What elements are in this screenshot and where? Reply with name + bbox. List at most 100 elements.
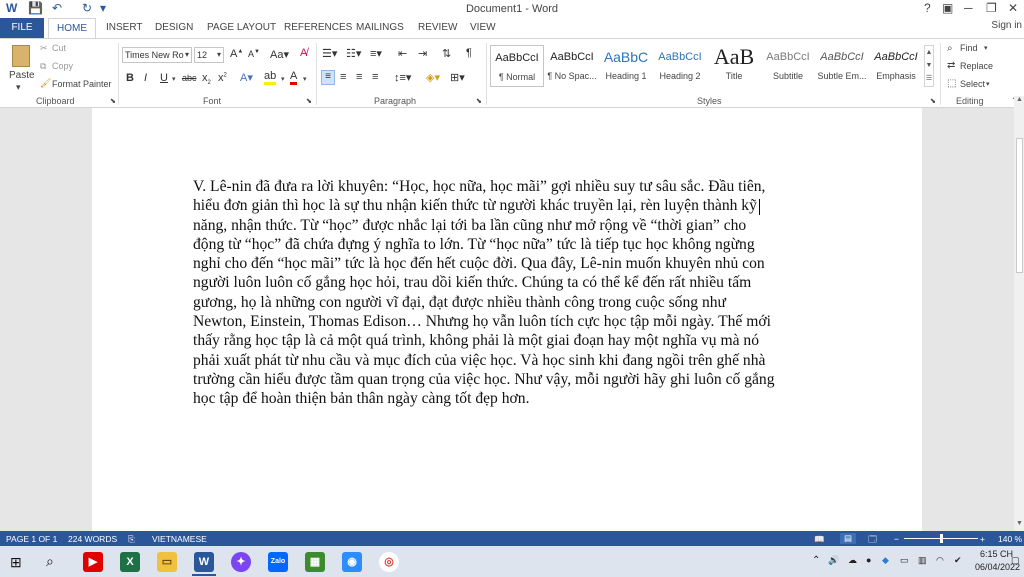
select-dropdown-icon[interactable]: ▾ [986, 80, 990, 88]
justify-button[interactable]: ≡ [372, 71, 378, 83]
grow-font-icon[interactable]: A▲ [230, 48, 243, 60]
input-method-icon[interactable]: ✔ [954, 555, 962, 566]
change-case-icon[interactable]: Aa▾ [270, 48, 289, 61]
clock-time[interactable]: 6:15 CH [980, 549, 1013, 559]
numbering-icon[interactable]: ☷▾ [346, 47, 361, 60]
zoom-level[interactable]: 140 % [998, 534, 1022, 544]
highlight-color-icon[interactable]: ab [264, 71, 277, 85]
youtube-icon[interactable]: ▶ [83, 552, 103, 572]
copy-icon[interactable]: ⧉ [40, 61, 46, 72]
wifi-icon[interactable]: ◠ [936, 555, 944, 566]
tab-insert[interactable]: INSERT [106, 22, 143, 33]
scrollbar-thumb[interactable] [1016, 138, 1023, 273]
tab-review[interactable]: REVIEW [418, 22, 457, 33]
style-heading-2[interactable]: AaBbCcI Heading 2 [653, 45, 707, 87]
print-layout-icon[interactable]: ▤ [840, 533, 856, 544]
font-launcher-icon[interactable]: ⬊ [306, 97, 312, 105]
volume-icon[interactable]: 🔊 [828, 555, 839, 566]
sign-in-link[interactable]: Sign in [991, 20, 1022, 31]
multilevel-list-icon[interactable]: ≡▾ [370, 47, 382, 60]
text-effects-icon[interactable]: A▾ [240, 71, 253, 84]
tab-view[interactable]: VIEW [470, 22, 496, 33]
read-mode-icon[interactable]: 📖 [814, 534, 825, 545]
find-button[interactable]: Find [960, 43, 978, 53]
paragraph-launcher-icon[interactable]: ⬊ [476, 97, 482, 105]
paste-icon[interactable] [12, 45, 30, 67]
style-normal[interactable]: AaBbCcI ¶ Normal [490, 45, 544, 87]
proofing-icon[interactable]: ⎘ [128, 534, 135, 545]
file-explorer-icon[interactable]: ▭ [157, 552, 177, 572]
style-no-spacing[interactable]: AaBbCcI ¶ No Spac... [545, 45, 599, 87]
font-name-box[interactable]: Times New Ro [122, 47, 192, 63]
cut-icon[interactable]: ✂ [40, 43, 48, 54]
replace-button[interactable]: Replace [960, 61, 993, 71]
minimize-button[interactable]: ─ [964, 1, 973, 15]
shading-icon[interactable]: ◈▾ [426, 71, 440, 84]
align-center-button[interactable]: ≡ [340, 71, 346, 83]
font-color-icon[interactable]: A [290, 71, 298, 85]
copy-button[interactable]: Copy [52, 61, 73, 71]
subscript-button[interactable]: x2 [202, 72, 211, 86]
show-formatting-icon[interactable]: ¶ [466, 47, 472, 59]
language-indicator[interactable]: VIETNAMESE [152, 534, 207, 544]
help-button[interactable]: ? [924, 1, 931, 15]
line-spacing-icon[interactable]: ↕≡▾ [394, 71, 411, 84]
style-subtitle[interactable]: AaBbCcI Subtitle [761, 45, 815, 87]
document-body[interactable]: V. Lê-nin đã đưa ra lời khuyên: “Học, họ… [193, 177, 823, 409]
clipboard-launcher-icon[interactable]: ⬊ [110, 97, 116, 105]
highlight-dropdown-icon[interactable]: ▾ [281, 75, 285, 83]
zoom-app-icon[interactable]: ◉ [342, 552, 362, 572]
font-name-dropdown-icon[interactable]: ▾ [185, 50, 189, 59]
sort-icon[interactable]: ⇅ [442, 47, 451, 60]
tray-app-icon[interactable]: ◆ [882, 555, 889, 566]
format-painter-icon[interactable]: 🖌 [40, 78, 51, 89]
notifications-icon[interactable]: ▢ [1011, 555, 1020, 566]
ribbon-display-options-icon[interactable]: ▣ [942, 1, 953, 15]
strikethrough-button[interactable]: abc [182, 73, 197, 83]
document-page[interactable]: V. Lê-nin đã đưa ra lời khuyên: “Học, họ… [92, 108, 922, 531]
show-hidden-icons-icon[interactable]: ⌃ [812, 555, 820, 566]
start-icon[interactable]: ⊞ [10, 554, 22, 571]
style-emphasis[interactable]: AaBbCcI Emphasis [869, 45, 923, 87]
styles-gallery-scroll[interactable]: ▲ ▼ ☰ [924, 45, 934, 87]
find-icon[interactable]: ⌕ [947, 43, 953, 54]
replace-icon[interactable]: ⇄ [947, 60, 955, 71]
tab-file[interactable]: FILE [0, 18, 44, 38]
format-painter-button[interactable]: Format Painter [52, 79, 112, 89]
select-icon[interactable]: ⬚ [947, 78, 956, 89]
chrome-icon[interactable]: ◎ [379, 552, 399, 572]
bullets-icon[interactable]: ☰▾ [322, 47, 337, 60]
superscript-button[interactable]: x2 [218, 72, 227, 84]
zoom-slider-thumb[interactable] [940, 534, 943, 543]
style-heading-1[interactable]: AaBbC Heading 1 [599, 45, 653, 87]
style-subtle-emphasis[interactable]: AaBbCcI Subtle Em... [815, 45, 869, 87]
cloud-icon[interactable]: ☁ [848, 555, 857, 566]
select-button[interactable]: Select [960, 79, 985, 89]
messenger-icon[interactable]: ✦ [231, 552, 251, 572]
bold-button[interactable]: B [126, 72, 134, 84]
style-title[interactable]: AaB Title [707, 44, 761, 87]
font-size-dropdown-icon[interactable]: ▾ [217, 50, 221, 59]
find-dropdown-icon[interactable]: ▾ [984, 44, 988, 52]
underline-button[interactable]: U [160, 72, 168, 84]
vertical-scrollbar[interactable]: ▲ ▼ [1014, 96, 1024, 531]
clear-formatting-icon[interactable]: A̸ [300, 47, 307, 59]
align-right-button[interactable]: ≡ [356, 71, 362, 83]
paste-dropdown-icon[interactable]: ▾ [16, 82, 21, 93]
paste-button[interactable]: Paste [9, 70, 35, 81]
borders-icon[interactable]: ⊞▾ [450, 71, 465, 84]
restore-button[interactable]: ❐ [986, 1, 997, 15]
scroll-up-icon[interactable]: ▲ [1016, 96, 1023, 103]
battery-icon[interactable]: ▭ [900, 555, 909, 566]
zoom-in-icon[interactable]: + [980, 534, 985, 544]
font-color-dropdown-icon[interactable]: ▾ [303, 75, 307, 83]
italic-button[interactable]: I [144, 72, 147, 84]
app-tray-icon[interactable]: ● [866, 555, 871, 565]
shrink-font-icon[interactable]: A▼ [248, 49, 260, 59]
increase-indent-icon[interactable]: ⇥ [418, 47, 427, 60]
decrease-indent-icon[interactable]: ⇤ [398, 47, 407, 60]
tab-design[interactable]: DESIGN [155, 22, 193, 33]
game-app-icon[interactable]: ▦ [305, 552, 325, 572]
close-button[interactable]: ✕ [1008, 1, 1018, 15]
zoom-out-icon[interactable]: − [894, 534, 899, 544]
